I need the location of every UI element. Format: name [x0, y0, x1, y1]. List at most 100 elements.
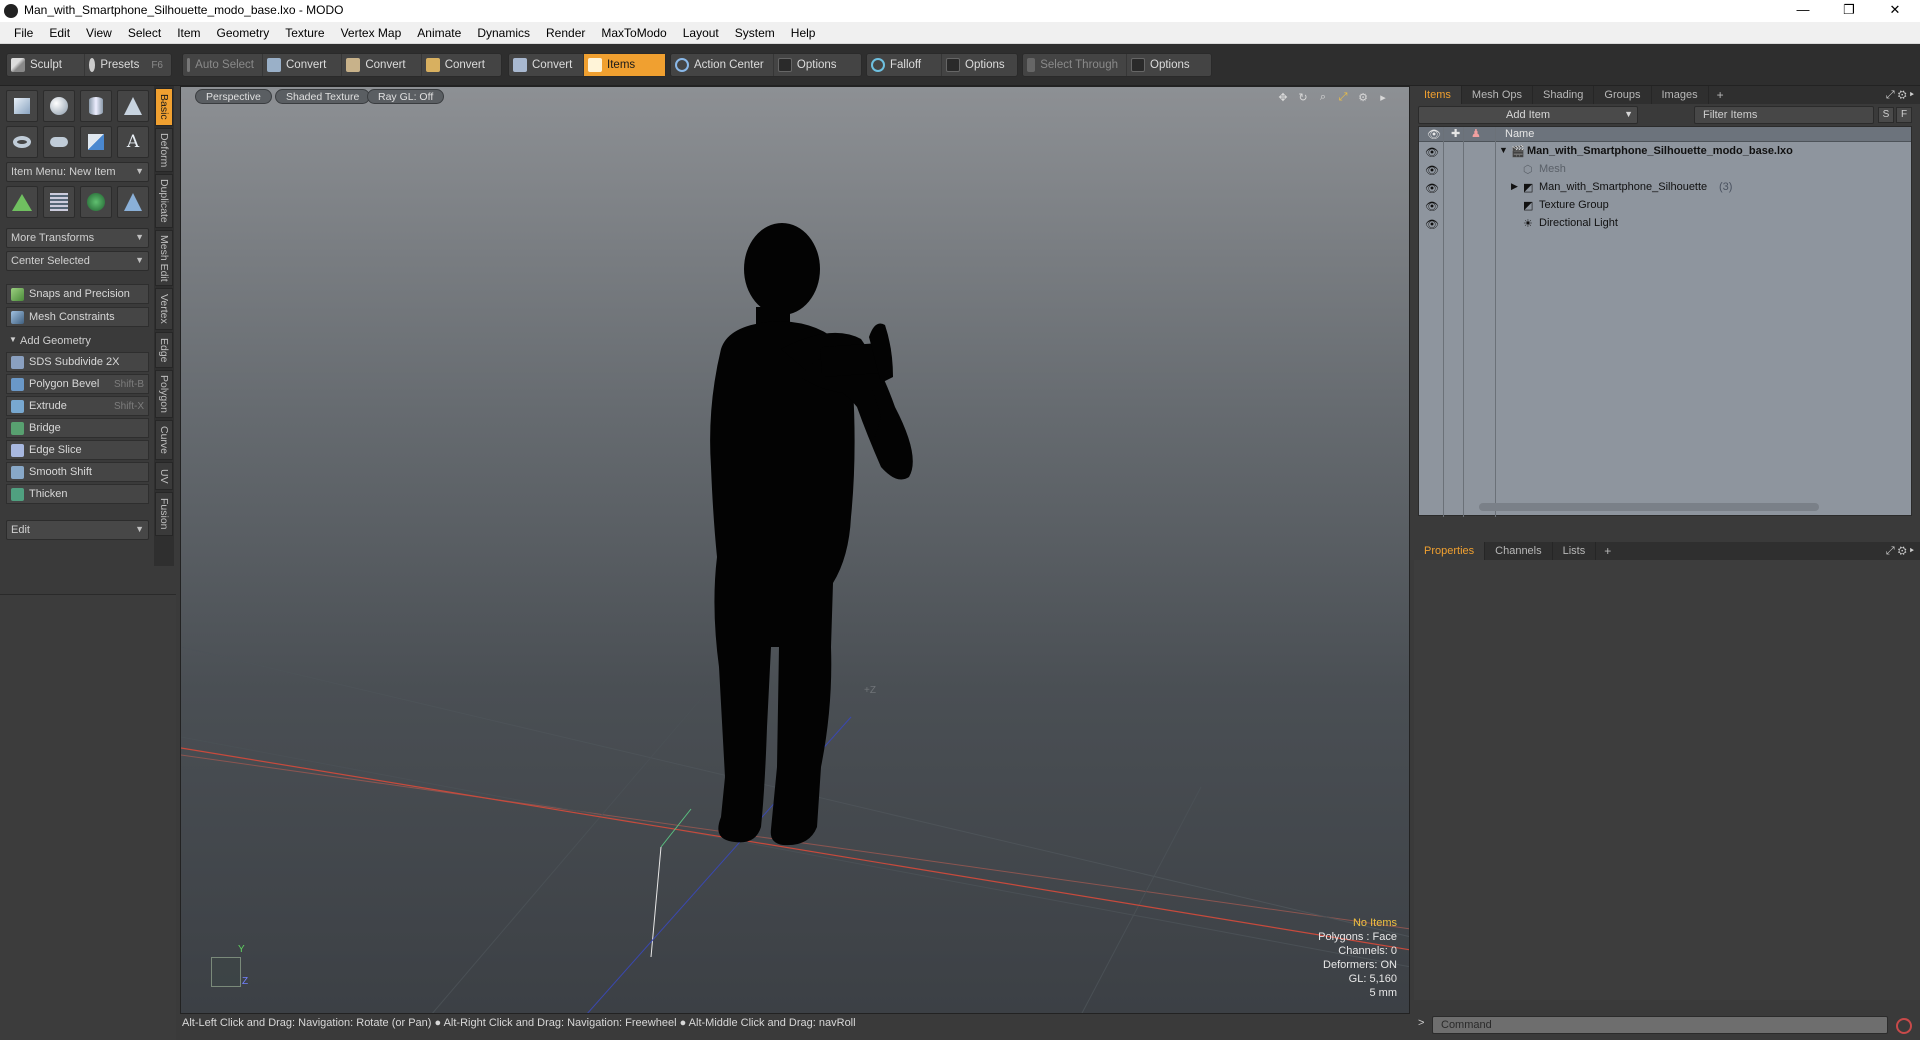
shading-mode-button[interactable]: Shaded Texture [275, 89, 371, 104]
tab-images[interactable]: Images [1652, 86, 1709, 104]
menu-layout[interactable]: Layout [675, 26, 727, 40]
command-input[interactable]: Command [1432, 1016, 1888, 1034]
convert-polygons-button[interactable]: Convert [422, 54, 501, 76]
polygon-bevel-button[interactable]: Polygon Bevel Shift-B [6, 374, 149, 394]
add-geometry-section[interactable]: ▼ Add Geometry [6, 332, 149, 350]
cylinder-primitive-icon[interactable] [80, 90, 112, 122]
more-transforms-dropdown[interactable]: More Transforms ▼ [6, 228, 149, 248]
center-selected-dropdown[interactable]: Center Selected ▼ [6, 251, 149, 271]
action-center-button[interactable]: Action Center [671, 54, 774, 76]
tab-lists[interactable]: Lists [1553, 542, 1597, 560]
pan-icon[interactable]: ✥ [1273, 91, 1293, 105]
panel-menu-icon[interactable]: ▸ [1910, 545, 1914, 557]
extrude-button[interactable]: Extrude Shift-X [6, 396, 149, 416]
menu-select[interactable]: Select [120, 26, 169, 40]
menu-dynamics[interactable]: Dynamics [469, 26, 538, 40]
cone-primitive-icon[interactable] [117, 90, 149, 122]
filter-items-input[interactable]: Filter Items [1694, 106, 1874, 124]
move-tool-icon[interactable] [6, 186, 38, 218]
rotate-view-icon[interactable]: ↻ [1293, 91, 1313, 105]
tab-mesh-ops[interactable]: Mesh Ops [1462, 86, 1534, 104]
convert-vertices-button[interactable]: Convert [263, 54, 343, 76]
tab-groups[interactable]: Groups [1594, 86, 1652, 104]
capsule-primitive-icon[interactable] [43, 126, 75, 158]
panel-settings-icon[interactable]: ⚙ [1898, 89, 1907, 101]
menu-edit[interactable]: Edit [41, 26, 78, 40]
sphere-primitive-icon[interactable] [43, 90, 75, 122]
cube-primitive-icon[interactable] [6, 90, 38, 122]
menu-texture[interactable]: Texture [277, 26, 332, 40]
fit-view-icon[interactable]: ⤢ [1333, 91, 1353, 105]
pen-tool-icon[interactable] [80, 126, 112, 158]
sds-subdivide-button[interactable]: SDS Subdivide 2X [6, 352, 149, 372]
restore-button[interactable]: ❐ [1826, 0, 1872, 22]
falloff-options-button[interactable]: Options [942, 54, 1017, 76]
menu-system[interactable]: System [727, 26, 783, 40]
maximize-panel-icon[interactable]: ⤢ [1886, 545, 1895, 557]
command-record-icon[interactable] [1896, 1018, 1912, 1034]
sculpt-button[interactable]: Sculpt [7, 54, 85, 76]
maximize-panel-icon[interactable]: ⤢ [1886, 89, 1895, 101]
convert-edges-button[interactable]: Convert [342, 54, 422, 76]
tree-row-silhouette[interactable]: 👁 ▶ ◩ Man_with_Smartphone_Silhouette (3) [1419, 179, 1911, 196]
select-through-options-button[interactable]: Options [1127, 54, 1211, 76]
rotate-tool-icon[interactable] [80, 186, 112, 218]
tree-row-texture-group[interactable]: 👁 ◩ Texture Group [1419, 197, 1911, 214]
expand-triangle-icon[interactable]: ▶ [1511, 181, 1518, 192]
tab-basic[interactable]: Basic [155, 88, 173, 126]
menu-render[interactable]: Render [538, 26, 593, 40]
tab-duplicate[interactable]: Duplicate [155, 174, 173, 228]
smooth-shift-button[interactable]: Smooth Shift [6, 462, 149, 482]
minimize-button[interactable]: — [1780, 0, 1826, 22]
tab-mesh-edit[interactable]: Mesh Edit [155, 230, 173, 286]
add-tab-icon[interactable]: + [1596, 544, 1619, 558]
tree-row-scene[interactable]: 👁 ▼ 🎬 Man_with_Smartphone_Silhouette_mod… [1419, 143, 1911, 160]
tab-shading[interactable]: Shading [1533, 86, 1595, 104]
visibility-eye-icon[interactable]: 👁 [1425, 218, 1439, 231]
menu-item[interactable]: Item [169, 26, 208, 40]
view-type-button[interactable]: Perspective [195, 89, 272, 104]
tab-vertex[interactable]: Vertex [155, 288, 173, 330]
auto-select-button[interactable]: Auto Select [183, 54, 263, 76]
tab-polygon[interactable]: Polygon [155, 370, 173, 418]
visibility-eye-icon[interactable]: 👁 [1425, 146, 1439, 159]
visibility-eye-icon[interactable]: 👁 [1425, 164, 1439, 177]
menu-maxtomodo[interactable]: MaxToModo [593, 26, 674, 40]
visibility-eye-icon[interactable]: 👁 [1425, 182, 1439, 195]
mesh-constraints-button[interactable]: Mesh Constraints [6, 307, 149, 327]
add-item-dropdown[interactable]: Add Item ▼ [1418, 106, 1638, 124]
menu-animate[interactable]: Animate [409, 26, 469, 40]
tab-items[interactable]: Items [1414, 86, 1462, 104]
snaps-precision-button[interactable]: Snaps and Precision [6, 284, 149, 304]
items-mode-button[interactable]: Items [584, 54, 665, 76]
bridge-button[interactable]: Bridge [6, 418, 149, 438]
tab-uv[interactable]: UV [155, 462, 173, 490]
torus-primitive-icon[interactable] [6, 126, 38, 158]
zoom-icon[interactable]: ⌕ [1313, 91, 1333, 105]
panel-settings-icon[interactable]: ⚙ [1898, 545, 1907, 557]
text-primitive-icon[interactable]: A [117, 126, 149, 158]
thicken-button[interactable]: Thicken [6, 484, 149, 504]
horizontal-scrollbar[interactable] [1479, 503, 1819, 511]
convert-materials-button[interactable]: Convert [509, 54, 585, 76]
raygl-button[interactable]: Ray GL: Off [367, 89, 445, 104]
tab-edge[interactable]: Edge [155, 332, 173, 368]
tree-row-directional-light[interactable]: 👁 ☀ Directional Light [1419, 215, 1911, 232]
panel-menu-icon[interactable]: ▸ [1910, 89, 1914, 101]
edge-slice-button[interactable]: Edge Slice [6, 440, 149, 460]
presets-button[interactable]: Presets F6 [85, 54, 171, 76]
item-menu-dropdown[interactable]: Item Menu: New Item ▼ [6, 162, 149, 182]
tab-properties[interactable]: Properties [1414, 542, 1486, 560]
add-tab-icon[interactable]: + [1709, 88, 1732, 102]
filter-s-button[interactable]: S [1878, 107, 1894, 123]
menu-geometry[interactable]: Geometry [209, 26, 278, 40]
viewport-settings-icon[interactable]: ⚙ [1353, 91, 1373, 105]
close-button[interactable]: ✕ [1872, 0, 1918, 22]
menu-file[interactable]: File [6, 26, 41, 40]
menu-vertex-map[interactable]: Vertex Map [333, 26, 410, 40]
tree-row-mesh[interactable]: 👁 ⬡ Mesh [1419, 161, 1911, 178]
visibility-eye-icon[interactable]: 👁 [1425, 200, 1439, 213]
grid-tool-icon[interactable] [43, 186, 75, 218]
select-through-button[interactable]: Select Through [1023, 54, 1127, 76]
tab-channels[interactable]: Channels [1485, 542, 1553, 560]
